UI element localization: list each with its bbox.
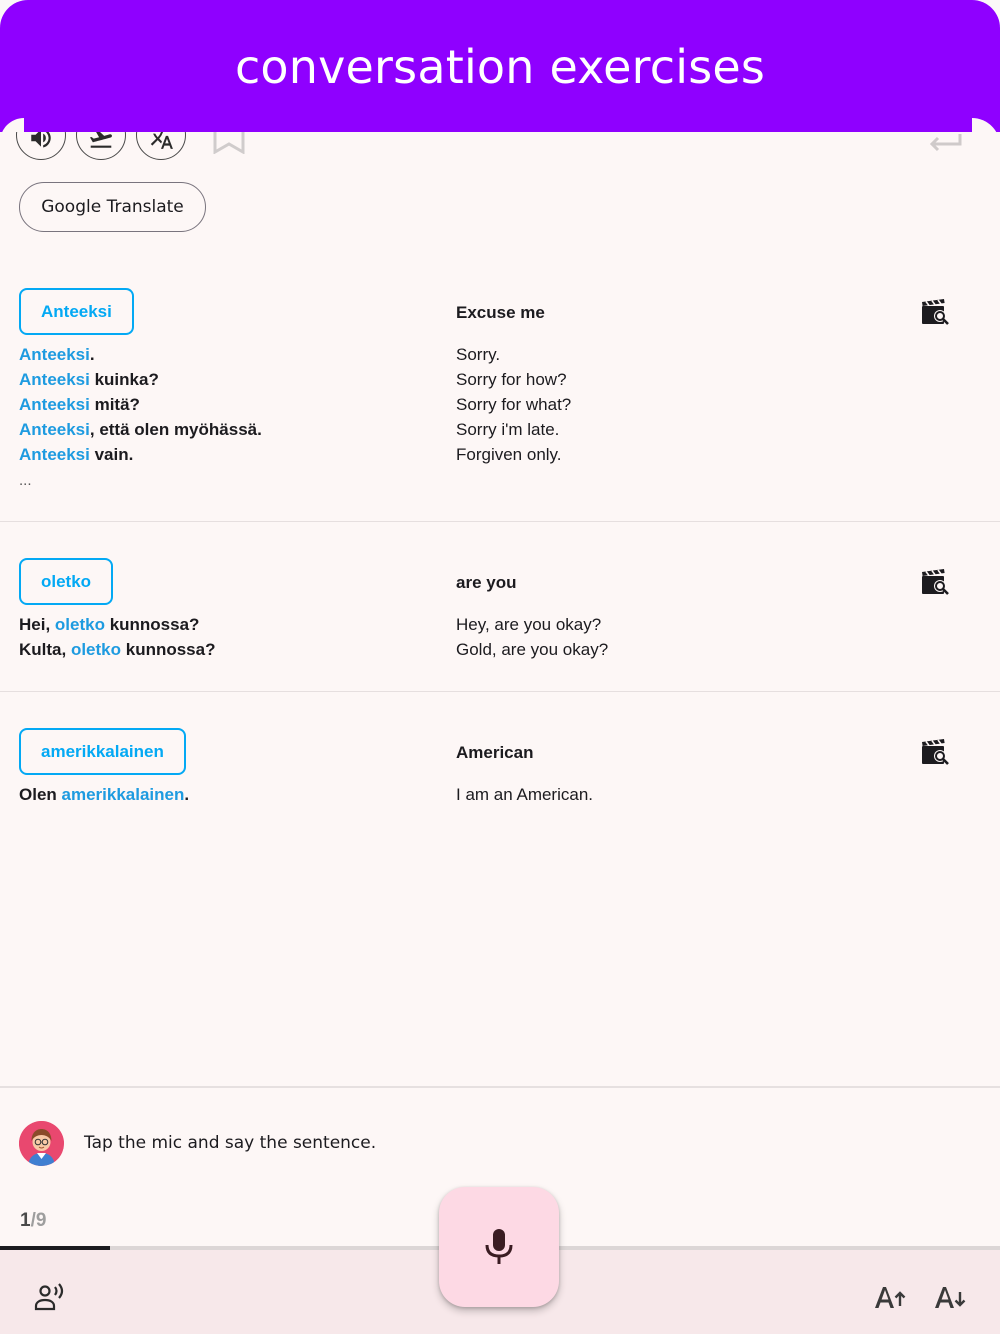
example-translation: Sorry i'm late. (456, 420, 560, 439)
example-source-list: Olen amerikkalainen. (19, 782, 189, 807)
tutor-avatar (19, 1121, 64, 1166)
mic-button[interactable] (439, 1187, 559, 1307)
word-chip-amerikkalainen[interactable]: amerikkalainen (19, 728, 186, 775)
more-examples-indicator[interactable]: ... (19, 472, 32, 489)
word-chip-anteeksi[interactable]: Anteeksi (19, 288, 134, 335)
translate-icon (150, 132, 173, 149)
example-source[interactable]: Anteeksi. (19, 342, 262, 367)
divider (0, 691, 1000, 692)
example-source[interactable]: Anteeksi vain. (19, 442, 262, 467)
example-translation-list: I am an American. (456, 782, 593, 807)
example-translation: Gold, are you okay? (456, 640, 609, 659)
bookmark-icon[interactable] (213, 132, 245, 154)
example-translation: Sorry for how? (456, 370, 567, 389)
page-title: conversation exercises (234, 40, 766, 94)
action-toolbar (16, 132, 984, 160)
word-translation: American (456, 743, 534, 762)
example-source[interactable]: Hei, oletko kunnossa? (19, 612, 215, 637)
example-translation-list: Sorry. Sorry for how? Sorry for what? So… (456, 342, 571, 467)
content-sheet (0, 132, 1000, 1088)
flight-icon (89, 132, 112, 148)
google-translate-button[interactable]: Google Translate (19, 182, 206, 232)
font-increase-icon[interactable] (874, 1284, 906, 1310)
progress-counter: 1/9 (20, 1210, 47, 1231)
word-translation: are you (456, 573, 517, 592)
mic-icon (485, 1229, 513, 1264)
volume-button[interactable] (16, 132, 66, 160)
divider (0, 521, 1000, 522)
slow-speech-button[interactable] (76, 132, 126, 160)
example-source[interactable]: Anteeksi, että olen myöhässä. (19, 417, 262, 442)
example-translation: Forgiven only. (456, 445, 562, 464)
example-translation: I am an American. (456, 785, 594, 804)
word-chip-oletko[interactable]: oletko (19, 558, 114, 605)
example-translation: Sorry for what? (456, 395, 572, 414)
font-decrease-icon[interactable] (934, 1284, 966, 1310)
example-source[interactable]: Anteeksi kuinka? (19, 367, 262, 392)
volume-icon (31, 132, 51, 148)
example-translation-list: Hey, are you okay? Gold, are you okay? (456, 612, 608, 662)
example-source-list: Anteeksi. Anteeksi kuinka? Anteeksi mitä… (19, 342, 262, 467)
translate-button[interactable] (136, 132, 186, 160)
app-header: conversation exercises (0, 0, 1000, 132)
example-translation: Hey, are you okay? (456, 615, 602, 634)
video-search-icon[interactable] (920, 299, 952, 327)
example-translation: Sorry. (456, 345, 501, 364)
enter-icon[interactable] (928, 134, 964, 154)
example-source[interactable]: Kulta, oletko kunnossa? (19, 637, 215, 662)
word-translation: Excuse me (456, 303, 545, 322)
record-voice-icon[interactable] (34, 1282, 66, 1312)
example-source[interactable]: Olen amerikkalainen. (19, 782, 189, 807)
video-search-icon[interactable] (920, 569, 952, 597)
example-source-list: Hei, oletko kunnossa? Kulta, oletko kunn… (19, 612, 215, 662)
video-search-icon[interactable] (920, 739, 952, 767)
assistant-prompt: Tap the mic and say the sentence. (84, 1133, 377, 1153)
example-source[interactable]: Anteeksi mitä? (19, 392, 262, 417)
